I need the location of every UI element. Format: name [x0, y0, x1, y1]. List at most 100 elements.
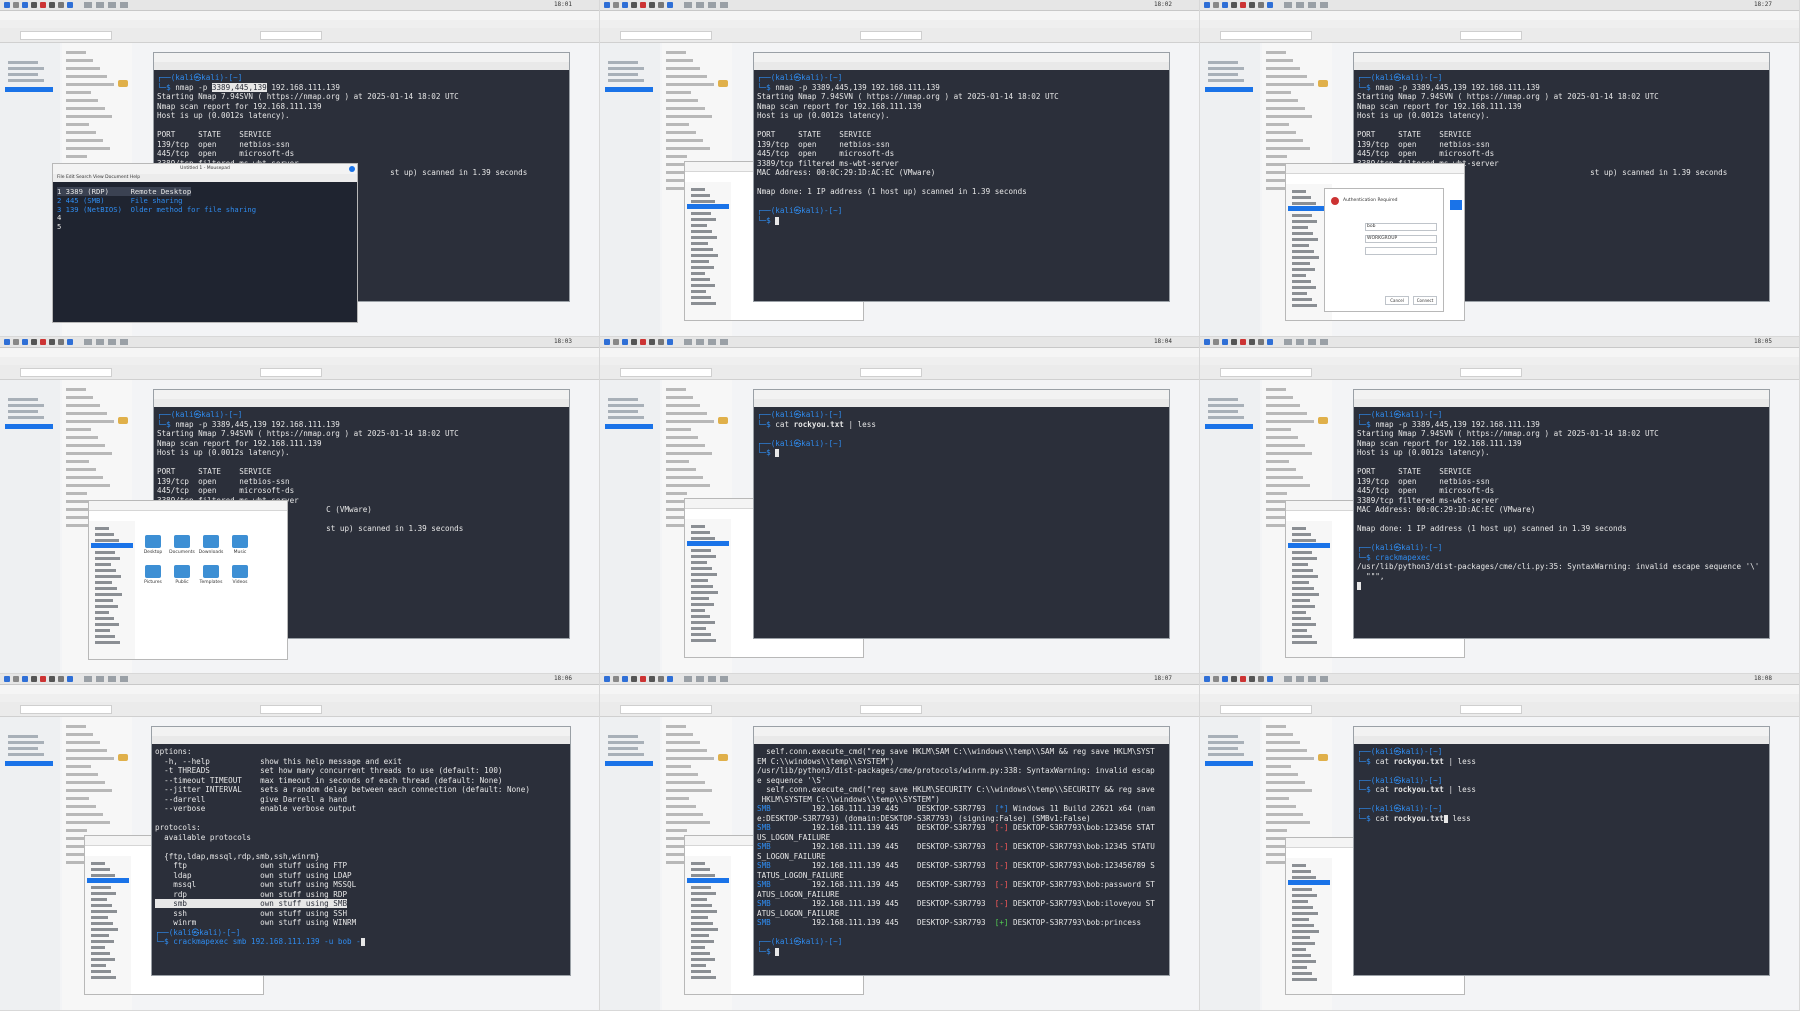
taskbar-app-icon[interactable]	[658, 676, 664, 682]
taskbar-app-icon[interactable]	[13, 2, 19, 8]
folder-icon[interactable]	[145, 565, 161, 578]
taskbar-app-icon[interactable]	[649, 339, 655, 345]
sidebar-item[interactable]	[91, 916, 108, 919]
workspace-icon[interactable]	[720, 676, 728, 682]
taskbar-app-icon[interactable]	[658, 339, 664, 345]
sidebar-item[interactable]	[691, 531, 710, 534]
sidebar-item[interactable]	[1292, 930, 1319, 933]
taskbar-app-icon[interactable]	[1267, 2, 1273, 8]
workspace-icon[interactable]	[96, 2, 104, 8]
sidebar-item[interactable]	[1292, 948, 1306, 951]
sidebar-item[interactable]	[1292, 244, 1309, 247]
sidebar-item[interactable]	[95, 623, 119, 626]
sidebar-item-selected[interactable]	[687, 541, 729, 546]
sidebar-item[interactable]	[91, 958, 115, 961]
sidebar-item[interactable]	[91, 928, 118, 931]
sidebar-item-selected[interactable]	[1288, 880, 1330, 885]
sidebar-item[interactable]	[1292, 587, 1314, 590]
sidebar-item[interactable]	[691, 603, 714, 606]
sidebar-item[interactable]	[1292, 888, 1312, 891]
sidebar-item[interactable]	[1292, 551, 1312, 554]
sidebar-item[interactable]	[691, 952, 710, 955]
sidebar-item[interactable]	[1292, 214, 1312, 217]
sidebar-item[interactable]	[691, 188, 705, 191]
connect-button[interactable]: Connect	[1413, 296, 1437, 305]
vm-entry[interactable]	[608, 67, 644, 70]
sidebar-item[interactable]	[1292, 900, 1308, 903]
sidebar-item[interactable]	[691, 970, 711, 973]
terminal-window[interactable]: options: -h, --help show this help messa…	[151, 726, 571, 976]
vm-entry[interactable]	[8, 741, 44, 744]
sidebar-item[interactable]	[691, 200, 715, 203]
workspace-icon[interactable]	[1320, 2, 1328, 8]
sidebar-item[interactable]	[91, 940, 114, 943]
sidebar-item[interactable]	[1292, 268, 1315, 271]
workspace-icon[interactable]	[684, 2, 692, 8]
taskbar-app-icon[interactable]	[631, 2, 637, 8]
workspace-icon[interactable]	[1308, 676, 1316, 682]
sidebar-item[interactable]	[1292, 557, 1317, 560]
taskbar-app-icon[interactable]	[1258, 2, 1264, 8]
taskbar-app-icon[interactable]	[667, 2, 673, 8]
vm-entry[interactable]	[608, 416, 644, 419]
sidebar-item[interactable]	[1292, 870, 1311, 873]
taskbar-app-icon[interactable]	[1249, 2, 1255, 8]
password-field[interactable]	[1365, 247, 1437, 255]
vm-tab-field[interactable]	[1460, 31, 1522, 40]
vm-entry[interactable]	[8, 416, 44, 419]
workspace-icon[interactable]	[108, 339, 116, 345]
vm-entry[interactable]	[608, 398, 638, 401]
sidebar-item[interactable]	[1292, 906, 1313, 909]
sidebar-item[interactable]	[691, 904, 712, 907]
folder-icon[interactable]	[145, 535, 161, 548]
vm-tab-field[interactable]	[860, 31, 922, 40]
taskbar-app-icon[interactable]	[640, 676, 646, 682]
workspace-icon[interactable]	[1284, 2, 1292, 8]
vm-entry-selected[interactable]	[605, 424, 653, 429]
sidebar-item[interactable]	[691, 248, 713, 251]
sidebar-item[interactable]	[95, 563, 111, 566]
sidebar-item[interactable]	[1292, 539, 1316, 542]
sidebar-item[interactable]	[691, 236, 717, 239]
vm-address-field[interactable]	[620, 31, 712, 40]
sidebar-item[interactable]	[91, 862, 105, 865]
terminal-window[interactable]: ┌──(kali㉿kali)-[~] └─$ nmap -p 3389,445,…	[1353, 389, 1770, 639]
sidebar-item[interactable]	[691, 266, 714, 269]
vm-address-field[interactable]	[20, 705, 112, 714]
sidebar-item[interactable]	[1292, 954, 1311, 957]
taskbar-app-icon[interactable]	[1231, 2, 1237, 8]
sidebar-item[interactable]	[691, 284, 715, 287]
sidebar-item[interactable]	[691, 218, 716, 221]
vm-entry[interactable]	[608, 404, 644, 407]
vm-entry[interactable]	[1208, 404, 1244, 407]
sidebar-item[interactable]	[691, 260, 709, 263]
vm-entry[interactable]	[8, 404, 44, 407]
sidebar-item[interactable]	[1292, 575, 1318, 578]
vm-tab-field[interactable]	[260, 31, 322, 40]
sidebar-item[interactable]	[1292, 256, 1319, 259]
taskbar-app-icon[interactable]	[49, 2, 55, 8]
sidebar-item[interactable]	[1292, 226, 1308, 229]
sidebar-item[interactable]	[1292, 918, 1309, 921]
taskbar-app-icon[interactable]	[40, 676, 46, 682]
sidebar-item[interactable]	[1292, 894, 1317, 897]
terminal-window[interactable]: ┌──(kali㉿kali)-[~] └─$ cat rockyou.txt |…	[1353, 726, 1770, 976]
notepad-window[interactable]: Untitled 1 - Mousepad File Edit Search Vi…	[52, 163, 358, 323]
taskbar-app-icon[interactable]	[40, 339, 46, 345]
sidebar-item[interactable]	[691, 194, 710, 197]
vm-tab-field[interactable]	[260, 705, 322, 714]
vm-entry[interactable]	[1208, 747, 1238, 750]
workspace-icon[interactable]	[108, 676, 116, 682]
taskbar-app-icon[interactable]	[631, 339, 637, 345]
vm-tab-field[interactable]	[860, 368, 922, 377]
workspace-icon[interactable]	[720, 339, 728, 345]
sidebar-item[interactable]	[1292, 864, 1306, 867]
vm-tab-field[interactable]	[1460, 368, 1522, 377]
sidebar-item-selected[interactable]	[1288, 543, 1330, 548]
taskbar-app-icon[interactable]	[649, 676, 655, 682]
sidebar-item-selected[interactable]	[87, 878, 129, 883]
workspace-icon[interactable]	[120, 676, 128, 682]
taskbar-app-icon[interactable]	[1231, 676, 1237, 682]
sidebar-item[interactable]	[691, 868, 710, 871]
sidebar-item[interactable]	[691, 561, 707, 564]
